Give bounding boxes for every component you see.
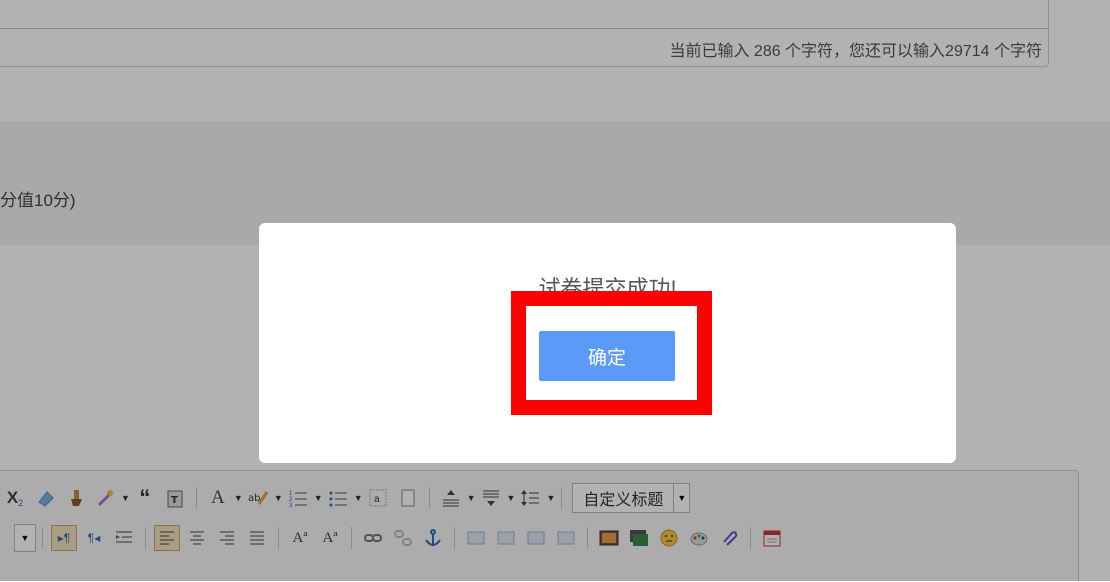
highlight-annotation bbox=[511, 291, 712, 415]
